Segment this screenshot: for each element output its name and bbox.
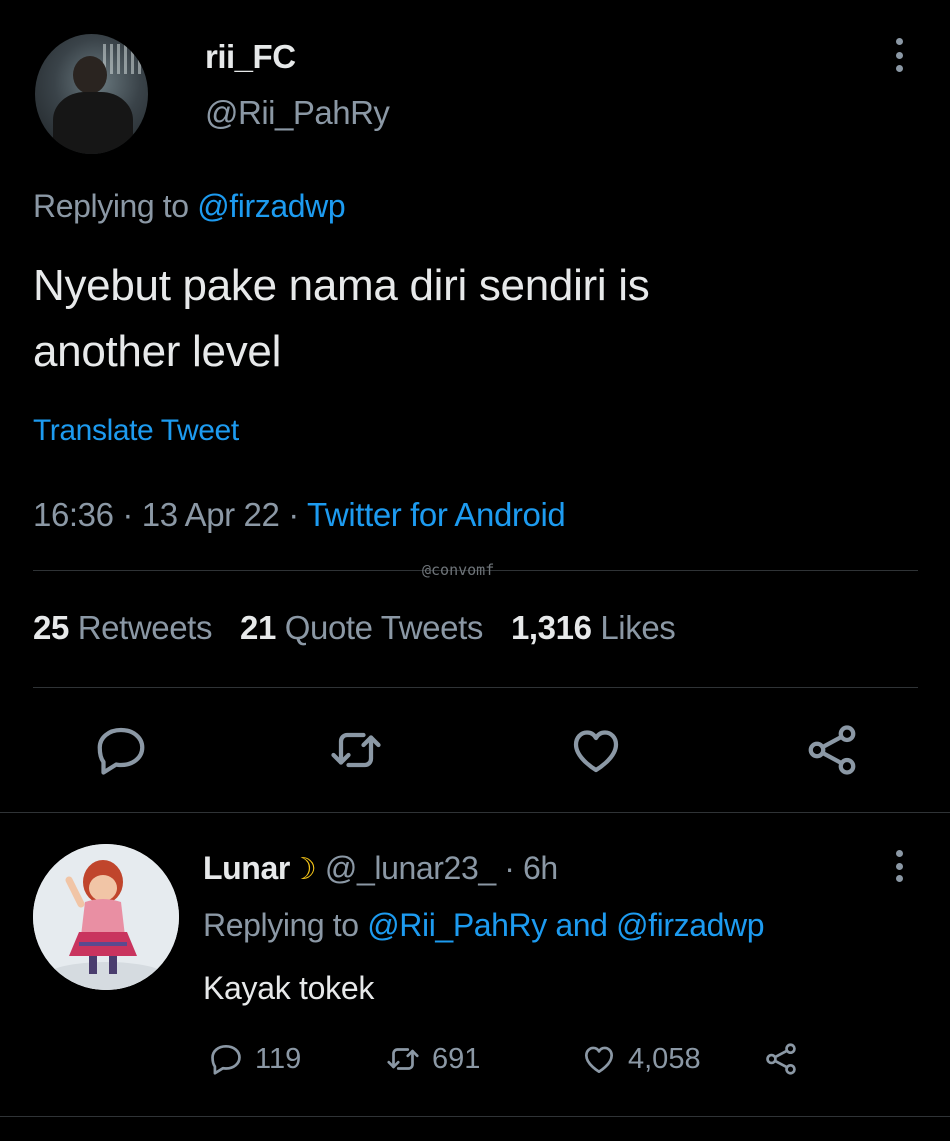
divider xyxy=(33,687,918,688)
tweet-source-link[interactable]: Twitter for Android xyxy=(307,496,566,533)
replying-prefix: Replying to xyxy=(33,188,189,224)
avatar-background-lights xyxy=(103,44,143,74)
avatar-body xyxy=(53,92,133,154)
reply-age[interactable]: 6h xyxy=(523,850,558,886)
reply-display-name[interactable]: Lunar xyxy=(203,850,290,886)
reply-icon xyxy=(211,1044,241,1075)
reply-icon[interactable] xyxy=(91,720,151,780)
watermark: @convomf xyxy=(422,561,495,579)
meta-separator: · xyxy=(122,496,133,533)
replying-prefix: Replying to xyxy=(203,907,359,943)
quote-tweets-stat[interactable]: 21 Quote Tweets xyxy=(240,609,483,646)
retweet-icon[interactable] xyxy=(326,720,386,780)
divider xyxy=(0,812,950,813)
replying-to-line: Replying to @firzadwp xyxy=(33,188,346,225)
replying-and: and xyxy=(555,907,608,943)
share-icon[interactable] xyxy=(802,720,862,780)
tweet-text-line-2: another level xyxy=(33,327,282,376)
author-handle[interactable]: @Rii_PahRy xyxy=(205,94,390,132)
heart-icon[interactable] xyxy=(566,720,626,780)
share-icon xyxy=(766,1043,796,1075)
translate-tweet-link[interactable]: Translate Tweet xyxy=(33,414,239,448)
replying-to-link[interactable]: @firzadwp xyxy=(616,907,764,943)
more-vertical-icon[interactable] xyxy=(893,38,905,72)
tweet-stats: 25 Retweets 21 Quote Tweets 1,316 Likes xyxy=(33,609,676,647)
reply-count: 119 xyxy=(255,1042,302,1075)
author-display-name[interactable]: rii_FC xyxy=(205,38,296,76)
reply-retweet-button[interactable]: 691 xyxy=(384,1040,480,1078)
reply-text: Kayak tokek xyxy=(203,970,375,1006)
moon-emoji-icon: ☽ xyxy=(289,853,317,886)
tweet-text-line-1: Nyebut pake nama diri sendiri is xyxy=(33,261,650,310)
reply-replying-to-line: Replying to @Rii_PahRy and @firzadwp xyxy=(203,907,765,944)
reply-share-button[interactable] xyxy=(762,1040,800,1078)
meta-separator: · xyxy=(504,850,515,886)
likes-stat[interactable]: 1,316 Likes xyxy=(511,609,676,646)
divider xyxy=(0,1116,950,1117)
avatar-head xyxy=(73,56,107,94)
tweet-text: Nyebut pake nama diri sendiri is another… xyxy=(33,253,913,385)
retweets-stat[interactable]: 25 Retweets xyxy=(33,609,212,646)
reply-author-avatar[interactable] xyxy=(33,844,179,990)
tweet-date: 13 Apr 22 xyxy=(141,496,280,533)
retweet-icon xyxy=(387,1048,419,1070)
reply-handle[interactable]: @_lunar23_ xyxy=(325,850,496,886)
tweet-time: 16:36 xyxy=(33,496,114,533)
retweet-count: 691 xyxy=(432,1042,481,1075)
reply-reply-button[interactable]: 119 xyxy=(207,1040,301,1078)
reply-like-button[interactable]: 4,058 xyxy=(580,1040,701,1078)
replying-to-link[interactable]: @Rii_PahRy xyxy=(367,907,547,943)
author-avatar[interactable] xyxy=(35,34,148,154)
heart-icon xyxy=(584,1046,614,1074)
replying-to-link[interactable]: @firzadwp xyxy=(197,188,345,224)
more-vertical-icon[interactable] xyxy=(893,850,905,882)
like-count: 4,058 xyxy=(628,1042,701,1075)
reply-header: Lunar☽ @_lunar23_ · 6h xyxy=(203,850,558,887)
tweet-metadata: 16:36 · 13 Apr 22 · Twitter for Android xyxy=(33,496,566,534)
meta-separator: · xyxy=(288,496,299,533)
avatar-character-image xyxy=(33,844,179,990)
